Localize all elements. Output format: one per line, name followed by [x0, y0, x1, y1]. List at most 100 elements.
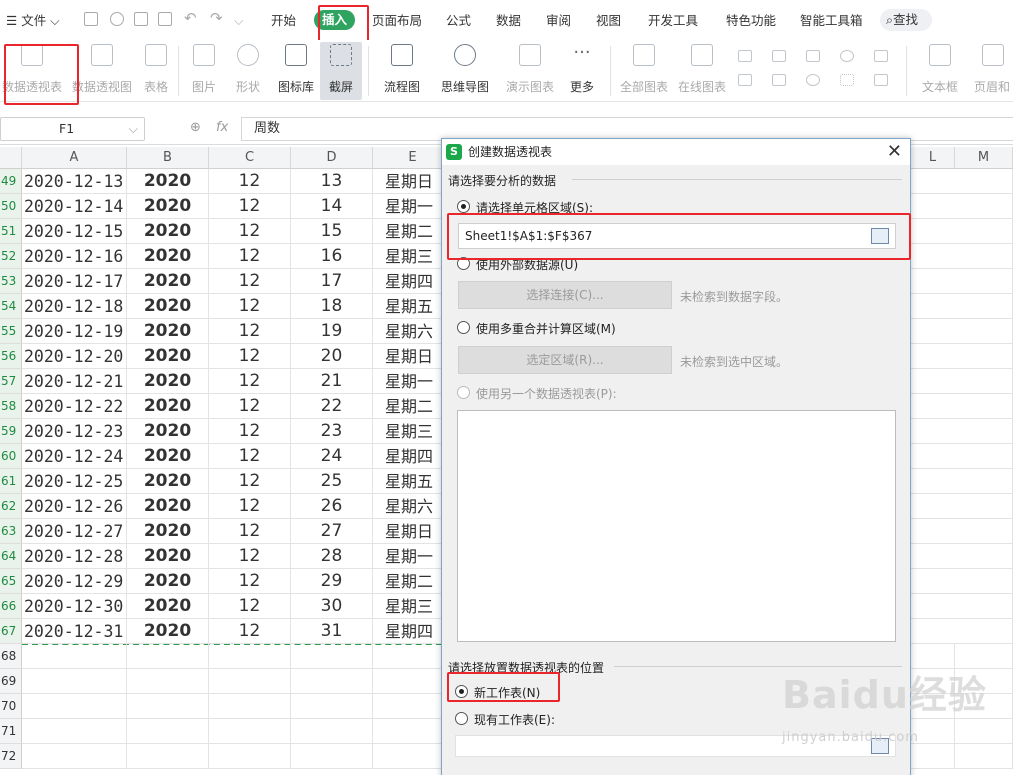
table-cell[interactable]: 20: [291, 344, 373, 369]
table-cell[interactable]: [911, 294, 1013, 319]
table-cell[interactable]: 28: [291, 544, 373, 569]
table-cell[interactable]: 12: [209, 194, 291, 219]
table-cell[interactable]: [911, 569, 1013, 594]
table-cell[interactable]: [911, 344, 1013, 369]
table-cell[interactable]: 2020-12-25: [22, 469, 127, 494]
icon-library-button[interactable]: 图标库: [274, 42, 318, 100]
radio-multi-consolidate[interactable]: [457, 321, 470, 334]
table-cell[interactable]: 12: [209, 244, 291, 269]
table-cell[interactable]: 19: [291, 319, 373, 344]
table-cell[interactable]: 2020: [127, 544, 209, 569]
header-footer-button[interactable]: 页眉和: [972, 42, 1013, 100]
redo-icon[interactable]: ↷: [210, 9, 223, 27]
column-header-d[interactable]: D: [291, 147, 373, 169]
table-cell[interactable]: [911, 619, 1013, 644]
tab-review[interactable]: 审阅: [546, 12, 571, 30]
select-connection-button[interactable]: 选择连接(C)...: [458, 281, 672, 309]
row-header[interactable]: 69: [0, 669, 22, 694]
table-cell[interactable]: [911, 219, 1013, 244]
tab-smart-toolbox[interactable]: 智能工具箱: [800, 12, 863, 30]
table-cell[interactable]: 2020-12-29: [22, 569, 127, 594]
table-cell[interactable]: [209, 744, 291, 769]
table-cell[interactable]: [291, 744, 373, 769]
table-cell[interactable]: 14: [291, 194, 373, 219]
bar-chart-icon[interactable]: [738, 50, 752, 62]
row-header[interactable]: 68: [0, 644, 22, 669]
table-cell[interactable]: [291, 669, 373, 694]
scatter-chart-icon[interactable]: [840, 74, 854, 86]
table-cell[interactable]: 2020: [127, 369, 209, 394]
tab-special-features[interactable]: 特色功能: [726, 12, 776, 30]
column-header-a[interactable]: A: [22, 147, 127, 169]
table-cell[interactable]: 2020-12-24: [22, 444, 127, 469]
row-header[interactable]: 57: [0, 369, 22, 394]
row-header[interactable]: 51: [0, 219, 22, 244]
table-cell[interactable]: 2020-12-15: [22, 219, 127, 244]
row-header[interactable]: 70: [0, 694, 22, 719]
table-cell[interactable]: [291, 644, 373, 669]
combo-chart-icon[interactable]: [772, 74, 786, 86]
table-cell[interactable]: [22, 644, 127, 669]
row-header[interactable]: 66: [0, 594, 22, 619]
table-cell[interactable]: [127, 719, 209, 744]
table-cell[interactable]: 12: [209, 169, 291, 194]
table-cell[interactable]: 2020-12-13: [22, 169, 127, 194]
table-cell[interactable]: [291, 694, 373, 719]
table-cell[interactable]: 16: [291, 244, 373, 269]
table-cell[interactable]: 2020-12-16: [22, 244, 127, 269]
radar-chart-icon[interactable]: [840, 50, 854, 62]
table-cell[interactable]: [911, 519, 1013, 544]
table-cell[interactable]: 2020-12-18: [22, 294, 127, 319]
row-header[interactable]: 72: [0, 744, 22, 769]
stock-chart-icon[interactable]: [738, 74, 752, 86]
table-cell[interactable]: [291, 719, 373, 744]
table-cell[interactable]: [911, 319, 1013, 344]
table-cell[interactable]: 29: [291, 569, 373, 594]
table-cell[interactable]: [22, 669, 127, 694]
table-cell[interactable]: 2020-12-20: [22, 344, 127, 369]
table-cell[interactable]: 2020-12-17: [22, 269, 127, 294]
function-icon[interactable]: fx: [216, 120, 228, 135]
table-cell[interactable]: [911, 444, 1013, 469]
table-cell[interactable]: 2020-12-31: [22, 619, 127, 644]
table-cell[interactable]: 30: [291, 594, 373, 619]
row-header[interactable]: 63: [0, 519, 22, 544]
table-cell[interactable]: [955, 744, 1013, 769]
table-cell[interactable]: [911, 369, 1013, 394]
quick-access-dropdown-icon[interactable]: ⌵: [234, 12, 243, 30]
table-cell[interactable]: 2020: [127, 219, 209, 244]
row-header[interactable]: 71: [0, 719, 22, 744]
table-cell[interactable]: 31: [291, 619, 373, 644]
table-cell[interactable]: 12: [209, 569, 291, 594]
table-cell[interactable]: 2020-12-14: [22, 194, 127, 219]
column-header-c[interactable]: C: [209, 147, 291, 169]
all-charts-button[interactable]: 全部图表: [618, 42, 670, 100]
table-cell[interactable]: 2020-12-19: [22, 319, 127, 344]
area-chart-icon[interactable]: [874, 50, 888, 62]
table-cell[interactable]: 15: [291, 219, 373, 244]
table-cell[interactable]: 2020: [127, 494, 209, 519]
table-cell[interactable]: 12: [209, 269, 291, 294]
table-cell[interactable]: 2020: [127, 569, 209, 594]
table-cell[interactable]: 21: [291, 369, 373, 394]
name-box[interactable]: F1 ⌵: [0, 117, 145, 141]
table-cell[interactable]: 2020: [127, 394, 209, 419]
table-cell[interactable]: 2020: [127, 244, 209, 269]
pivot-chart-button[interactable]: 数据透视图: [70, 42, 134, 100]
file-menu[interactable]: ☰ 文件 ⌵: [6, 12, 60, 30]
table-cell[interactable]: [22, 744, 127, 769]
text-box-button[interactable]: 文本框: [914, 42, 966, 100]
save-icon[interactable]: [84, 12, 98, 26]
table-cell[interactable]: 2020: [127, 169, 209, 194]
radio-select-range[interactable]: [457, 200, 470, 213]
table-cell[interactable]: 27: [291, 519, 373, 544]
table-cell[interactable]: [127, 694, 209, 719]
radio-existing-sheet[interactable]: [455, 712, 468, 725]
row-header[interactable]: 64: [0, 544, 22, 569]
table-cell[interactable]: [209, 669, 291, 694]
online-charts-button[interactable]: 在线图表: [676, 42, 728, 100]
demo-chart-button[interactable]: 演示图表: [504, 42, 556, 100]
more-button[interactable]: ··· 更多: [564, 42, 600, 100]
mind-map-button[interactable]: 思维导图: [436, 42, 494, 100]
table-cell[interactable]: 2020-12-22: [22, 394, 127, 419]
